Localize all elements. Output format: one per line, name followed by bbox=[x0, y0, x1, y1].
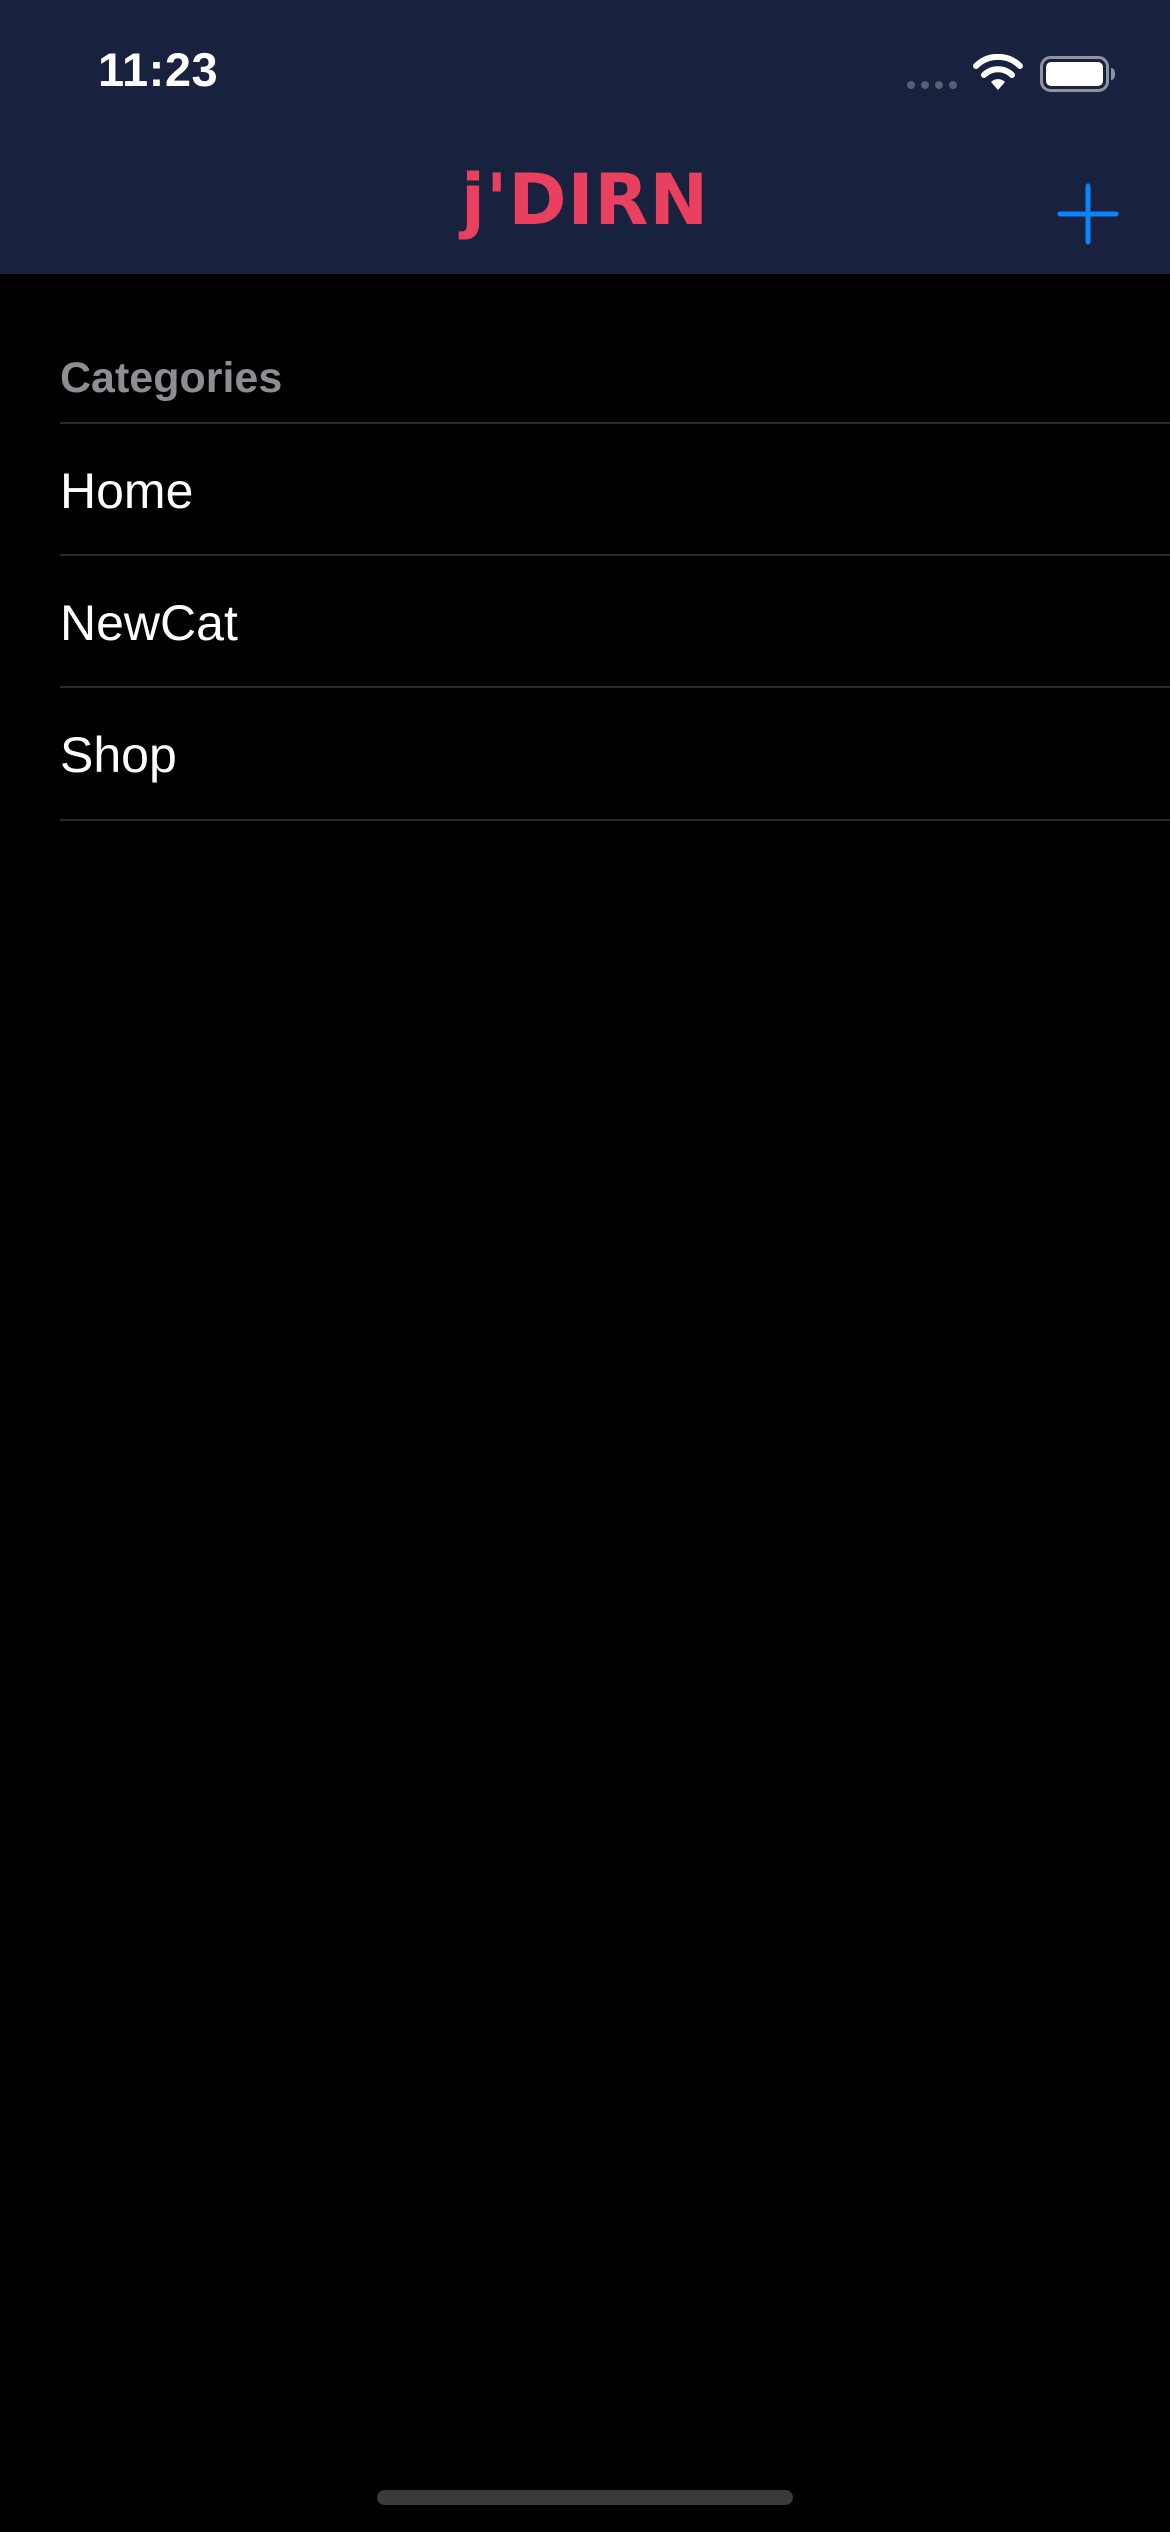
app-logo: j'DIRN bbox=[460, 159, 710, 241]
list-item-label: NewCat bbox=[60, 595, 238, 651]
status-time: 11:23 bbox=[98, 43, 219, 96]
top-bar: 11:23 j'DIRN bbox=[0, 0, 1170, 274]
list-item-label: Shop bbox=[60, 727, 177, 783]
add-button[interactable] bbox=[1050, 176, 1126, 252]
section-header: Categories bbox=[60, 354, 283, 402]
plus-icon bbox=[1057, 183, 1119, 245]
signal-dots-icon bbox=[907, 81, 957, 89]
wifi-icon bbox=[973, 54, 1023, 90]
list-item-home[interactable]: Home bbox=[60, 422, 1170, 555]
status-bar: 11:23 bbox=[0, 0, 1170, 140]
list-item-label: Home bbox=[60, 463, 194, 519]
list-item-shop[interactable]: Shop bbox=[60, 686, 1170, 821]
battery-icon bbox=[1040, 56, 1115, 92]
home-indicator[interactable] bbox=[377, 2490, 793, 2505]
list-item-newcat[interactable]: NewCat bbox=[60, 554, 1170, 687]
screen: 11:23 j'DIRN Categories Home NewCat Shop bbox=[0, 0, 1170, 2532]
navigation-bar: j'DIRN bbox=[0, 140, 1170, 274]
